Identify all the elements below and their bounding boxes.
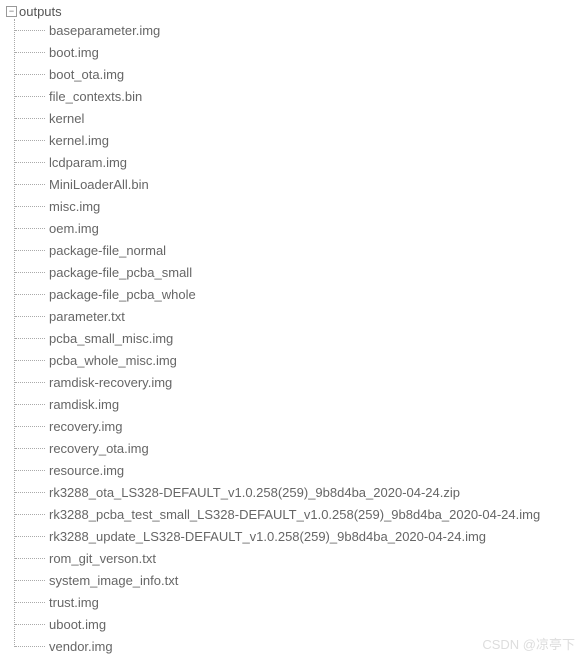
tree-item[interactable]: oem.img [15, 217, 581, 239]
file-label: ramdisk.img [49, 397, 119, 412]
file-label: oem.img [49, 221, 99, 236]
file-label: file_contexts.bin [49, 89, 142, 104]
file-label: boot.img [49, 45, 99, 60]
file-label: MiniLoaderAll.bin [49, 177, 149, 192]
tree-item[interactable]: package-file_pcba_whole [15, 283, 581, 305]
file-label: trust.img [49, 595, 99, 610]
tree-item[interactable]: pcba_whole_misc.img [15, 349, 581, 371]
tree-item[interactable]: package-file_pcba_small [15, 261, 581, 283]
file-label: misc.img [49, 199, 100, 214]
file-label: resource.img [49, 463, 124, 478]
tree-item[interactable]: kernel.img [15, 129, 581, 151]
root-folder-label: outputs [19, 4, 62, 19]
tree-item[interactable]: ramdisk-recovery.img [15, 371, 581, 393]
file-label: package-file_pcba_whole [49, 287, 196, 302]
file-label: parameter.txt [49, 309, 125, 324]
tree-item[interactable]: rom_git_verson.txt [15, 547, 581, 569]
tree-item[interactable]: misc.img [15, 195, 581, 217]
tree-root-node[interactable]: − outputs [6, 4, 581, 19]
tree-root: − outputs baseparameter.img boot.img boo… [4, 4, 581, 657]
file-label: system_image_info.txt [49, 573, 178, 588]
file-label: recovery_ota.img [49, 441, 149, 456]
file-label: boot_ota.img [49, 67, 124, 82]
tree-item[interactable]: uboot.img [15, 613, 581, 635]
tree-item[interactable]: resource.img [15, 459, 581, 481]
file-label: baseparameter.img [49, 23, 160, 38]
file-label: package-file_normal [49, 243, 166, 258]
tree-item[interactable]: vendor.img [15, 635, 581, 657]
tree-item[interactable]: boot.img [15, 41, 581, 63]
tree-item[interactable]: rk3288_update_LS328-DEFAULT_v1.0.258(259… [15, 525, 581, 547]
tree-item[interactable]: parameter.txt [15, 305, 581, 327]
tree-item[interactable]: MiniLoaderAll.bin [15, 173, 581, 195]
file-label: uboot.img [49, 617, 106, 632]
file-label: rk3288_ota_LS328-DEFAULT_v1.0.258(259)_9… [49, 485, 460, 500]
tree-item[interactable]: ramdisk.img [15, 393, 581, 415]
tree-item[interactable]: baseparameter.img [15, 19, 581, 41]
file-label: pcba_whole_misc.img [49, 353, 177, 368]
tree-item[interactable]: trust.img [15, 591, 581, 613]
file-label: kernel [49, 111, 84, 126]
file-label: pcba_small_misc.img [49, 331, 173, 346]
tree-item[interactable]: rk3288_pcba_test_small_LS328-DEFAULT_v1.… [15, 503, 581, 525]
file-label: rk3288_pcba_test_small_LS328-DEFAULT_v1.… [49, 507, 540, 522]
file-label: rk3288_update_LS328-DEFAULT_v1.0.258(259… [49, 529, 486, 544]
tree-item[interactable]: system_image_info.txt [15, 569, 581, 591]
tree-item[interactable]: file_contexts.bin [15, 85, 581, 107]
tree-item[interactable]: boot_ota.img [15, 63, 581, 85]
file-label: rom_git_verson.txt [49, 551, 156, 566]
file-label: package-file_pcba_small [49, 265, 192, 280]
tree-item[interactable]: lcdparam.img [15, 151, 581, 173]
tree-item[interactable]: kernel [15, 107, 581, 129]
tree-item[interactable]: pcba_small_misc.img [15, 327, 581, 349]
tree-item[interactable]: recovery_ota.img [15, 437, 581, 459]
file-label: recovery.img [49, 419, 122, 434]
collapse-icon[interactable]: − [6, 6, 17, 17]
file-label: ramdisk-recovery.img [49, 375, 172, 390]
file-label: vendor.img [49, 639, 113, 654]
tree-children: baseparameter.img boot.img boot_ota.img … [14, 19, 581, 657]
tree-item[interactable]: rk3288_ota_LS328-DEFAULT_v1.0.258(259)_9… [15, 481, 581, 503]
file-label: kernel.img [49, 133, 109, 148]
file-label: lcdparam.img [49, 155, 127, 170]
tree-item[interactable]: recovery.img [15, 415, 581, 437]
tree-item[interactable]: package-file_normal [15, 239, 581, 261]
